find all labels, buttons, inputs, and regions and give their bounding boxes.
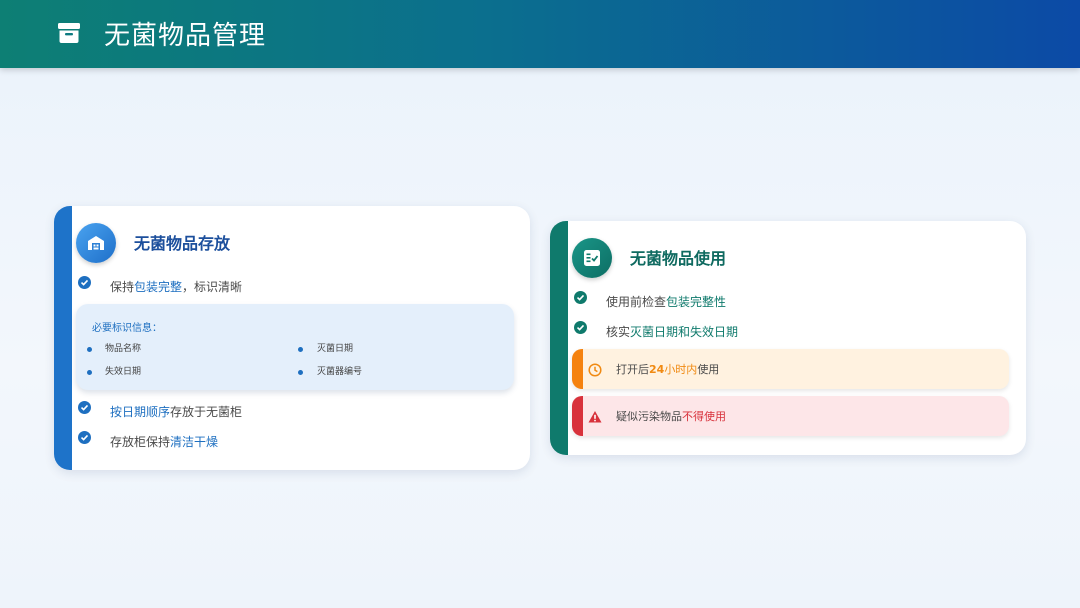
clock-icon	[588, 362, 602, 381]
archive-box-icon	[57, 21, 81, 45]
danger-alert: 疑似污染物品不得使用	[572, 396, 1009, 436]
usage-card-title: 无菌物品使用	[630, 249, 727, 268]
checklist-icon	[572, 238, 612, 278]
page-title: 无菌物品管理	[104, 21, 267, 51]
alert-accent-bar	[572, 349, 583, 389]
required-label-info-box: 必要标识信息： 物品名称 灭菌日期 失效日期 灭菌器编号	[76, 304, 514, 390]
warehouse-icon	[76, 223, 116, 263]
header-bar: 无菌物品管理	[0, 0, 1080, 68]
usage-card: 无菌物品使用 使用前检查包装完整性 核实灭菌日期和失效日期 打开后24小时内使用	[550, 221, 1026, 455]
danger-alert-text: 疑似污染物品不得使用	[616, 410, 726, 423]
bullet-dot	[87, 347, 92, 352]
bullet-dot	[87, 370, 92, 375]
storage-item-1: 保持包装完整，标识清晰	[110, 280, 243, 294]
info-item-expiry-date: 失效日期	[105, 367, 142, 377]
alert-accent-bar	[572, 396, 583, 436]
card-accent-bar	[550, 221, 568, 455]
warning-triangle-icon	[588, 409, 602, 428]
info-box-title: 必要标识信息：	[92, 323, 162, 334]
storage-item-2: 按日期顺序存放于无菌柜	[110, 405, 243, 419]
check-circle-icon	[78, 276, 91, 289]
info-item-name: 物品名称	[105, 344, 142, 354]
card-accent-bar	[54, 206, 72, 470]
warning-alert-text: 打开后24小时内使用	[616, 363, 720, 376]
storage-item-3: 存放柜保持清洁干燥	[110, 435, 219, 449]
check-circle-icon	[574, 321, 587, 334]
usage-item-1: 使用前检查包装完整性	[606, 295, 727, 309]
check-circle-icon	[574, 291, 587, 304]
check-circle-icon	[78, 401, 91, 414]
info-item-sterilizer-id: 灭菌器编号	[317, 367, 363, 377]
bullet-dot	[298, 370, 303, 375]
info-item-sterilize-date: 灭菌日期	[317, 344, 354, 354]
check-circle-icon	[78, 431, 91, 444]
storage-card: 无菌物品存放 保持包装完整，标识清晰 必要标识信息： 物品名称 灭菌日期 失效日…	[54, 206, 530, 470]
bullet-dot	[298, 347, 303, 352]
usage-item-2: 核实灭菌日期和失效日期	[606, 325, 739, 339]
storage-card-title: 无菌物品存放	[134, 234, 231, 253]
warning-alert: 打开后24小时内使用	[572, 349, 1009, 389]
